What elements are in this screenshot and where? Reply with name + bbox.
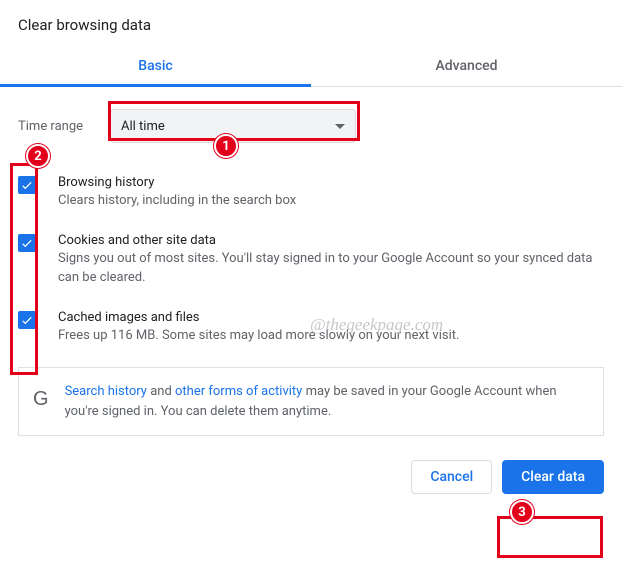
option-browsing-history: Browsing history Clears history, includi… <box>18 165 604 223</box>
tab-advanced[interactable]: Advanced <box>311 48 622 86</box>
option-title: Cookies and other site data <box>58 233 604 248</box>
dialog-title: Clear browsing data <box>18 16 604 34</box>
option-title: Browsing history <box>58 175 296 190</box>
option-desc: Signs you out of most sites. You'll stay… <box>58 250 604 288</box>
google-icon: G <box>33 384 49 414</box>
option-cached: Cached images and files Frees up 116 MB.… <box>18 300 604 358</box>
option-cookies: Cookies and other site data Signs you ou… <box>18 223 604 300</box>
timerange-select[interactable]: All time <box>110 109 356 143</box>
timerange-label: Time range <box>18 119 110 134</box>
clear-data-button[interactable]: Clear data <box>502 460 604 494</box>
checkbox-cookies[interactable] <box>18 234 36 252</box>
tabs: Basic Advanced <box>0 48 622 87</box>
link-other-activity[interactable]: other forms of activity <box>175 384 302 399</box>
info-box: G Search history and other forms of acti… <box>18 367 604 436</box>
info-text: Search history and other forms of activi… <box>65 382 589 421</box>
check-icon <box>20 178 34 192</box>
checkbox-browsing-history[interactable] <box>18 176 36 194</box>
check-icon <box>20 313 34 327</box>
checkbox-cached[interactable] <box>18 311 36 329</box>
option-desc: Frees up 116 MB. Some sites may load mor… <box>58 327 459 346</box>
tab-basic[interactable]: Basic <box>0 48 311 86</box>
chevron-down-icon <box>335 124 345 129</box>
check-icon <box>20 236 34 250</box>
info-text-mid: and <box>147 384 175 399</box>
option-title: Cached images and files <box>58 310 459 325</box>
option-desc: Clears history, including in the search … <box>58 192 296 211</box>
timerange-value: All time <box>121 119 165 134</box>
annotation-highlight-3 <box>497 516 603 558</box>
link-search-history[interactable]: Search history <box>65 384 147 399</box>
cancel-button[interactable]: Cancel <box>411 460 492 494</box>
